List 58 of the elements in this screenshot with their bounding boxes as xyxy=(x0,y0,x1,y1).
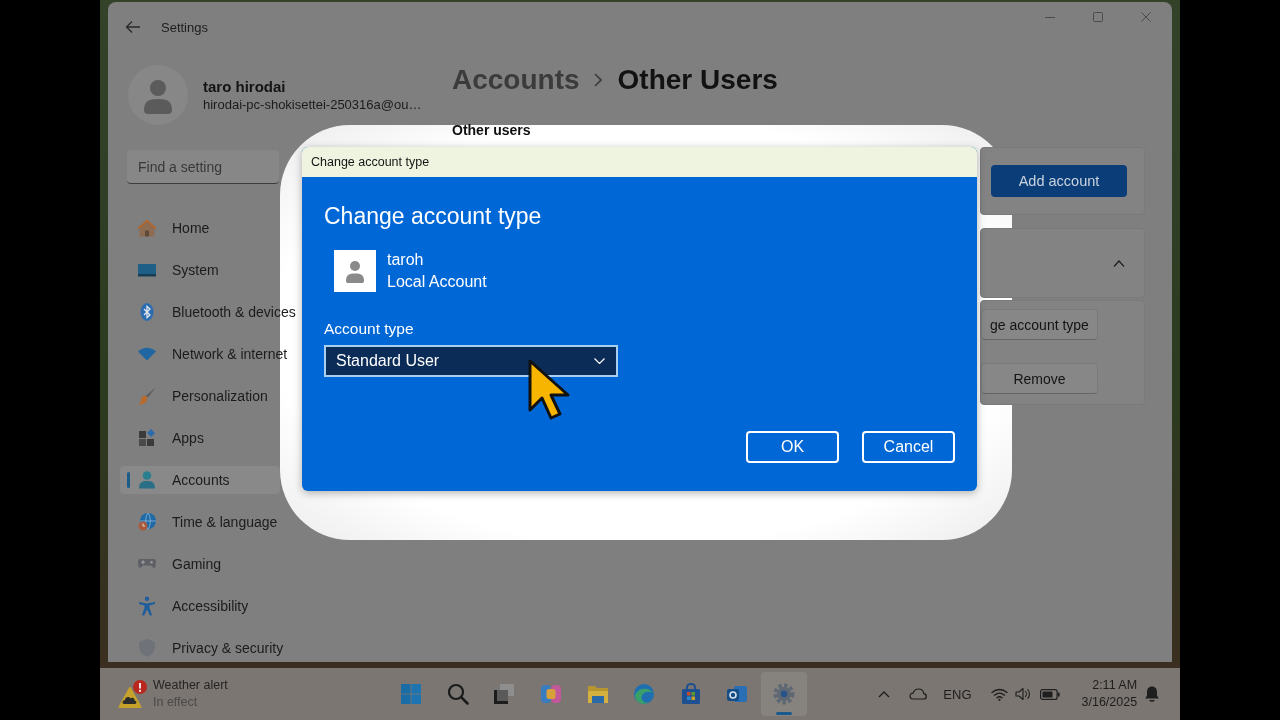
add-account-button[interactable]: Add account xyxy=(991,165,1127,197)
section-heading: Other users xyxy=(452,122,532,138)
globe-icon xyxy=(137,512,157,532)
battery-icon[interactable] xyxy=(1039,688,1060,700)
sidebar-item[interactable]: Gaming xyxy=(120,550,280,578)
user-tile-icon xyxy=(334,250,376,292)
apps-icon xyxy=(137,428,157,448)
maximize-icon[interactable] xyxy=(1093,12,1103,22)
user-email: hirodai-pc-shokisettei-250316a@ou… xyxy=(203,96,422,113)
field-label: Account type xyxy=(324,320,414,338)
dialog-heading: Change account type xyxy=(324,202,542,230)
chevron-down-icon xyxy=(594,358,605,364)
cancel-button[interactable]: Cancel xyxy=(862,431,955,463)
avatar-icon xyxy=(128,65,188,125)
account-name: taroh xyxy=(387,250,425,270)
accessibility-icon xyxy=(137,596,157,616)
sidebar-item[interactable]: Apps xyxy=(120,424,280,452)
weather-alert-icon[interactable] xyxy=(118,679,148,709)
account-type-button[interactable]: ge account type xyxy=(981,309,1098,340)
remove-button[interactable]: Remove xyxy=(981,363,1098,394)
brush-icon xyxy=(137,386,157,406)
sidebar-item[interactable]: Home xyxy=(120,214,280,242)
home-icon xyxy=(137,218,157,238)
sidebar-item[interactable]: Time & language xyxy=(120,508,280,536)
sidebar-item[interactable]: Personalization xyxy=(120,382,280,410)
search-icon xyxy=(445,682,470,706)
chevron-right-icon xyxy=(593,73,602,87)
account-kind: Local Account xyxy=(387,272,487,292)
back-arrow-icon[interactable] xyxy=(125,20,141,34)
window-title: Settings xyxy=(161,19,208,35)
clock-date[interactable]: 3/16/2025 xyxy=(1081,694,1138,711)
swirl-icon xyxy=(632,682,657,706)
page-title: Other Users xyxy=(617,64,778,96)
clock-time[interactable]: 2:11 AM xyxy=(1092,677,1138,694)
bell-icon[interactable] xyxy=(1144,685,1161,703)
speaker-icon[interactable] xyxy=(1014,687,1031,701)
close-icon[interactable] xyxy=(1141,12,1151,22)
wifi-icon[interactable] xyxy=(990,687,1008,701)
stacked-windows-icon xyxy=(492,682,517,706)
weather-title: Weather alert xyxy=(153,677,228,694)
colorful-logo-icon xyxy=(539,682,564,706)
user-name: taro hirodai xyxy=(203,77,287,96)
chevron-up-icon[interactable] xyxy=(1113,259,1125,267)
person-icon xyxy=(137,470,157,490)
sidebar-item[interactable]: Accessibility xyxy=(120,592,280,620)
chevron-up-icon[interactable] xyxy=(878,690,891,698)
ok-button[interactable]: OK xyxy=(746,431,839,463)
dialog-title: Change account type xyxy=(302,147,977,177)
cloud-icon[interactable] xyxy=(909,688,928,700)
sidebar-item[interactable]: Privacy & security xyxy=(120,634,286,662)
breadcrumb-link[interactable]: Accounts xyxy=(452,64,580,96)
sidebar-item[interactable]: Accounts xyxy=(120,466,280,494)
sidebar-item[interactable]: System xyxy=(120,256,280,284)
language-indicator[interactable]: ENG xyxy=(943,686,972,702)
search-field[interactable]: Find a setting xyxy=(127,150,279,184)
account-type-dropdown[interactable]: Standard User xyxy=(324,345,618,377)
settings-icon xyxy=(772,682,797,706)
four-panes-icon xyxy=(399,682,424,706)
